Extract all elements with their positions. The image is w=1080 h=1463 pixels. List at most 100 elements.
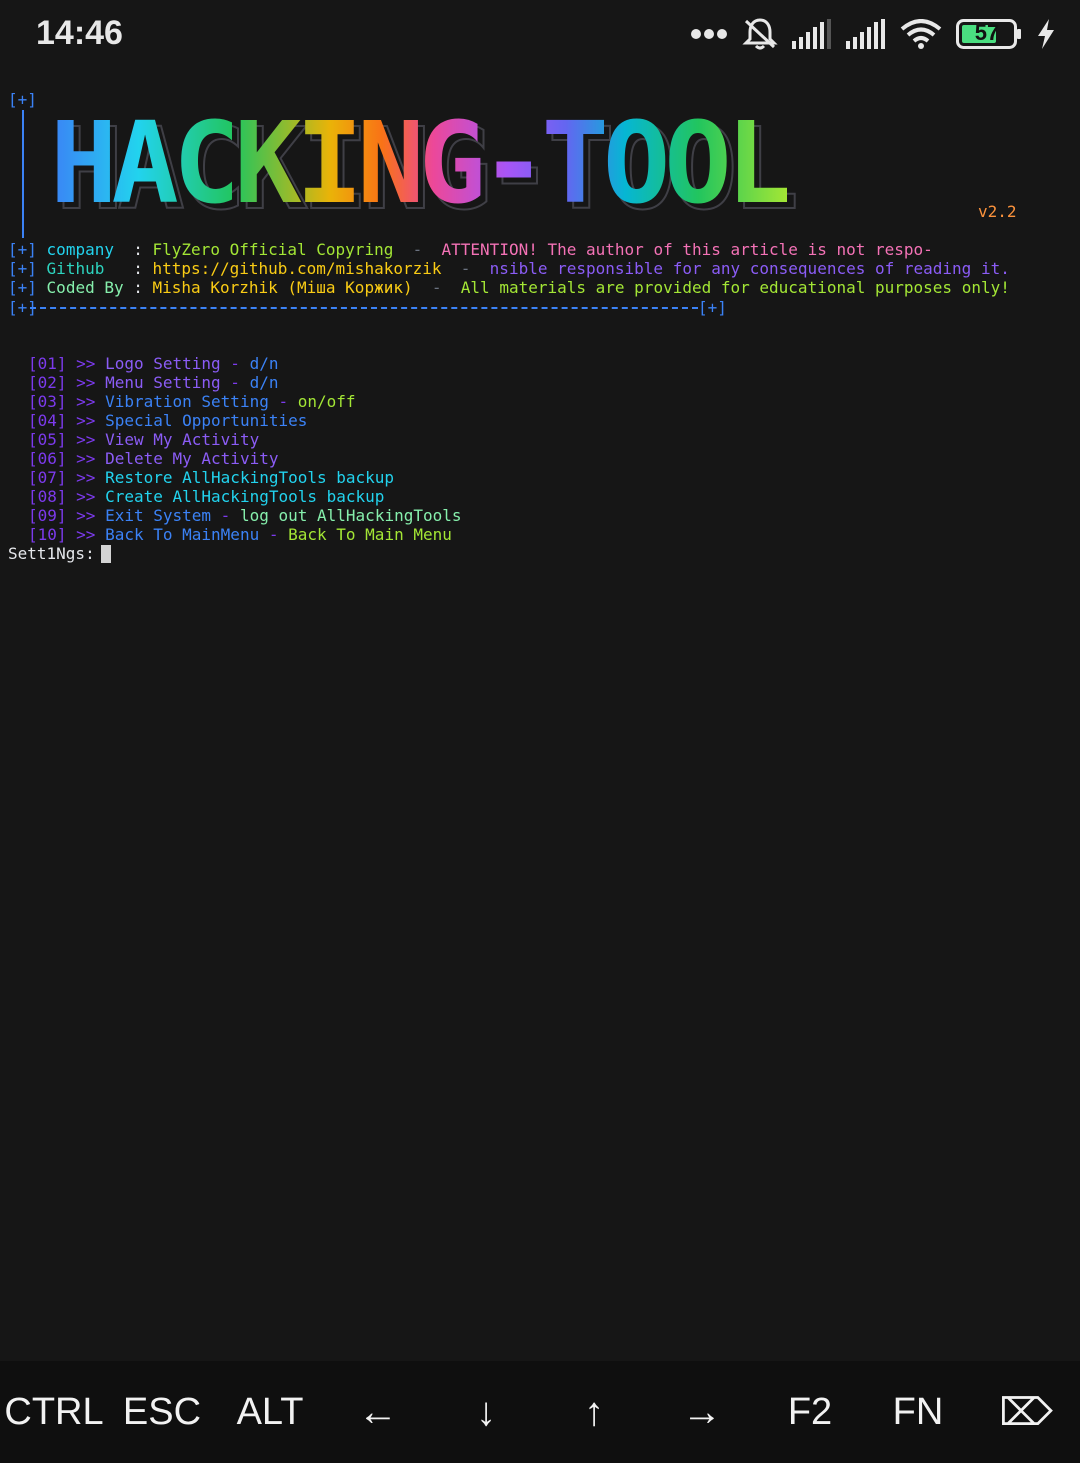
menu-hint: d/n: [249, 373, 279, 392]
prompt-label: Sett1Ngs:: [8, 544, 95, 563]
menu-item[interactable]: [03] >> Vibration Setting - on/off: [28, 392, 356, 411]
status-icons: 57: [690, 16, 1056, 52]
info-value: Misha Korzhik (Міша Коржик): [152, 278, 413, 297]
menu-label: Special Opportunities: [105, 411, 308, 430]
menu-arrow: >>: [76, 506, 96, 525]
menu-dash: -: [259, 525, 289, 544]
menu-item[interactable]: [10] >> Back To MainMenu - Back To Main …: [28, 525, 452, 544]
menu-arrow: >>: [76, 468, 96, 487]
text-cursor: [100, 545, 111, 563]
menu-item[interactable]: [06] >> Delete My Activity: [28, 449, 278, 468]
banner-left-border: [22, 110, 24, 238]
menu-hint: d/n: [249, 354, 279, 373]
menu-label: Menu Setting: [105, 373, 221, 392]
command-prompt[interactable]: Sett1Ngs:: [8, 544, 111, 563]
version-label: v2.2: [978, 202, 1017, 221]
menu-dash: -: [220, 354, 250, 373]
menu-label: Vibration Setting: [105, 392, 269, 411]
info-line-coded-by: [+] Coded By : Misha Korzhik (Міша Коржи…: [8, 278, 1010, 297]
arrow-right-key[interactable]: →: [648, 1361, 756, 1463]
menu-number: [07]: [28, 468, 67, 487]
info-sep: -: [412, 278, 461, 297]
f2-key[interactable]: F2: [756, 1361, 864, 1463]
menu-hint: log out AllHackingTools: [239, 506, 462, 525]
banner-marker: [+]: [8, 90, 37, 109]
divider-end: [+]: [698, 298, 727, 317]
info-line-github: [+] Github : https://github.com/mishakor…: [8, 259, 1010, 278]
menu-label: Back To MainMenu: [105, 525, 260, 544]
menu-dash: -: [220, 373, 250, 392]
menu-label: Create AllHackingTools backup: [105, 487, 385, 506]
arrow-up-key[interactable]: ↑: [540, 1361, 648, 1463]
notice-text: ATTENTION! The author of this article is…: [441, 240, 933, 259]
menu-dash: -: [268, 392, 298, 411]
line-marker: [+]: [8, 259, 37, 278]
arrow-left-key[interactable]: ←: [324, 1361, 432, 1463]
menu-number: [02]: [28, 373, 67, 392]
banner-divider: [30, 307, 698, 309]
arrow-down-key[interactable]: ↓: [432, 1361, 540, 1463]
info-value[interactable]: https://github.com/mishakorzik: [153, 259, 442, 278]
menu-arrow: >>: [76, 430, 96, 449]
status-bar: 14:46 57: [0, 0, 1080, 70]
menu-arrow: >>: [76, 525, 96, 544]
charging-icon: [1038, 19, 1054, 49]
battery-level: 57: [974, 20, 1000, 45]
menu-hint: Back To Main Menu: [288, 525, 452, 544]
battery-icon: 57: [956, 19, 1022, 49]
menu-hint: on/off: [297, 392, 356, 411]
more-dots-icon: [691, 29, 727, 39]
menu-number: [04]: [28, 411, 67, 430]
line-marker: [+]: [8, 240, 37, 259]
delete-key[interactable]: ⌦: [972, 1361, 1080, 1463]
signal-icon: [792, 19, 831, 49]
menu-arrow: >>: [76, 373, 96, 392]
info-line-company: [+] company : FlyZero Official Copyring …: [8, 240, 933, 259]
alt-key[interactable]: ALT: [216, 1361, 324, 1463]
menu-label: Restore AllHackingTools backup: [105, 468, 395, 487]
menu-number: [05]: [28, 430, 67, 449]
menu-number: [06]: [28, 449, 67, 468]
menu-label: Exit System: [105, 506, 212, 525]
menu-item[interactable]: [09] >> Exit System - log out AllHacking…: [28, 506, 462, 525]
menu-dash: -: [211, 506, 240, 525]
info-sep: -: [441, 259, 490, 278]
notice-text: All materials are provided for education…: [460, 278, 1010, 297]
info-key: Github: [46, 259, 134, 278]
wifi-icon: [900, 19, 942, 49]
menu-item[interactable]: [01] >> Logo Setting - d/n: [28, 354, 278, 373]
logo-text: HACKING-TOOL: [50, 99, 793, 229]
menu-label: View My Activity: [105, 430, 260, 449]
extra-keys-bar: CTRL ESC ALT ← ↓ ↑ → F2 FN ⌦: [0, 1361, 1080, 1463]
menu-arrow: >>: [76, 411, 96, 430]
menu-number: [09]: [28, 506, 67, 525]
line-marker: [+]: [8, 278, 37, 297]
clock: 14:46: [36, 14, 123, 52]
menu-number: [03]: [28, 392, 67, 411]
ctrl-key[interactable]: CTRL: [0, 1361, 108, 1463]
signal-icon: [846, 19, 885, 49]
menu-arrow: >>: [76, 392, 96, 411]
info-sep: -: [393, 240, 442, 259]
menu-item[interactable]: [07] >> Restore AllHackingTools backup: [28, 468, 394, 487]
notice-text: nsible responsible for any consequences …: [489, 259, 1010, 278]
hacking-tool-logo: HACKING-TOOL HACKING-TOOL: [50, 99, 980, 229]
menu-label: Delete My Activity: [105, 449, 279, 468]
info-value: FlyZero Official Copyring: [152, 240, 394, 259]
menu-arrow: >>: [76, 449, 96, 468]
fn-key[interactable]: FN: [864, 1361, 972, 1463]
info-key: Coded By: [46, 278, 134, 297]
menu-label: Logo Setting: [105, 354, 221, 373]
menu-item[interactable]: [05] >> View My Activity: [28, 430, 259, 449]
menu-number: [10]: [28, 525, 67, 544]
menu-arrow: >>: [76, 354, 96, 373]
menu-item[interactable]: [04] >> Special Opportunities: [28, 411, 307, 430]
info-key: company: [46, 240, 134, 259]
menu-item[interactable]: [08] >> Create AllHackingTools backup: [28, 487, 384, 506]
menu-number: [08]: [28, 487, 67, 506]
menu-arrow: >>: [76, 487, 96, 506]
menu-item[interactable]: [02] >> Menu Setting - d/n: [28, 373, 278, 392]
notifications-muted-icon: [742, 18, 778, 50]
menu-number: [01]: [28, 354, 67, 373]
esc-key[interactable]: ESC: [108, 1361, 216, 1463]
